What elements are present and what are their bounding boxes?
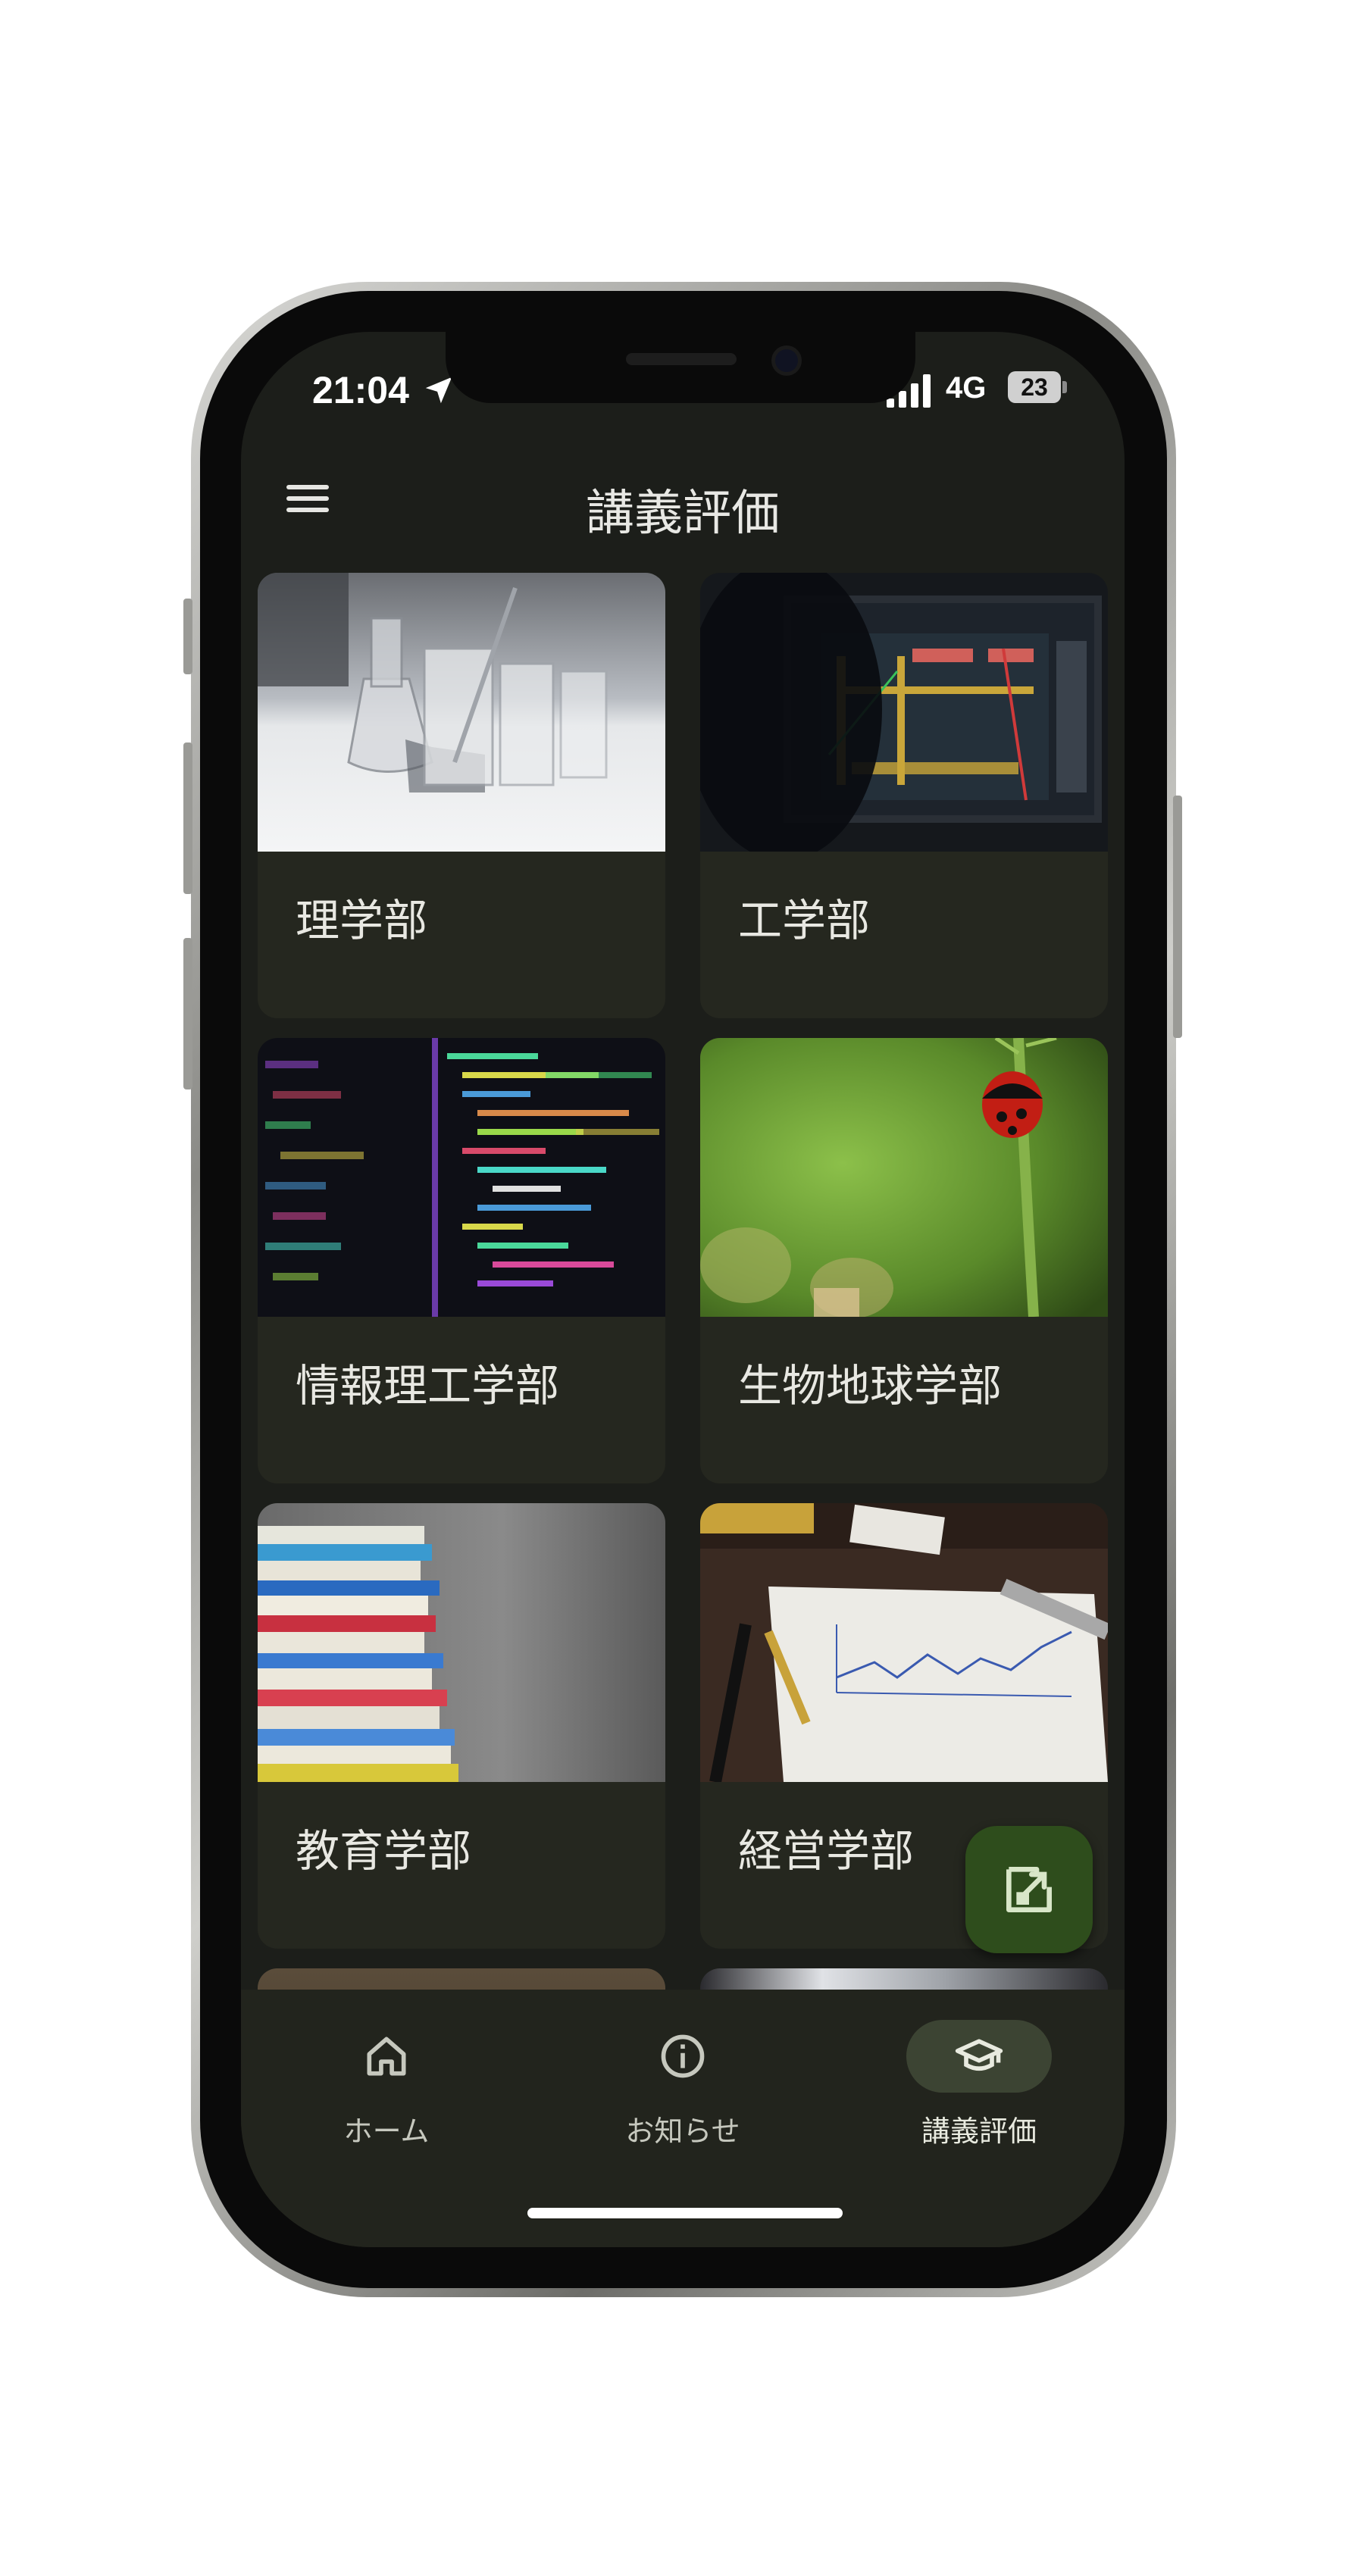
- cad-monitor-photo: [700, 573, 1108, 852]
- front-camera: [771, 345, 802, 376]
- nav-home[interactable]: ホーム: [250, 2020, 523, 2149]
- page-title: 講義評価: [586, 486, 780, 542]
- nav-course-review[interactable]: 講義評価: [843, 2020, 1115, 2149]
- nav-notices[interactable]: お知らせ: [546, 2020, 819, 2149]
- ladybug-photo: [700, 1038, 1108, 1317]
- nav-label: ホーム: [343, 2115, 430, 2148]
- home-icon: [367, 2037, 406, 2076]
- silent-switch: [183, 599, 192, 674]
- battery-icon: 23: [1008, 371, 1061, 403]
- nav-label: 講義評価: [921, 2115, 1037, 2148]
- top-app-bar: 講義評価: [241, 445, 1125, 552]
- faculty-label: 工学部: [738, 895, 871, 946]
- home-indicator: [527, 2208, 843, 2218]
- notch: [446, 332, 915, 403]
- faculty-label: 生物地球学部: [738, 1360, 1003, 1411]
- external-review-icon: [1006, 1867, 1052, 1912]
- earpiece-speaker: [626, 353, 737, 365]
- faculty-card-engineering[interactable]: 工学部: [700, 573, 1108, 1018]
- status-time: 21:04: [312, 369, 409, 411]
- app-screen: 21:04 4G 23 講義評価 理学部 工学部 情報理工学部 生物地球学部 教…: [241, 332, 1125, 2247]
- info-icon: [661, 2034, 705, 2078]
- faculty-card-science[interactable]: 理学部: [258, 573, 665, 1018]
- power-button: [1173, 796, 1182, 1038]
- faculty-label: 教育学部: [296, 1825, 472, 1877]
- faculty-card-biosphere[interactable]: 生物地球学部: [700, 1038, 1108, 1483]
- faculty-card-information[interactable]: 情報理工学部: [258, 1038, 665, 1483]
- volume-up-button: [183, 742, 192, 894]
- nav-label: お知らせ: [625, 2115, 740, 2148]
- faculty-label: 情報理工学部: [296, 1360, 560, 1411]
- volume-down-button: [183, 938, 192, 1089]
- source-code-photo: [258, 1038, 665, 1317]
- business-chart-photo: [700, 1503, 1108, 1782]
- faculty-label: 理学部: [296, 895, 428, 946]
- battery-tip: [1062, 381, 1067, 393]
- faculty-label: 経営学部: [738, 1825, 915, 1877]
- fab-button[interactable]: [965, 1826, 1093, 1953]
- book-stack-photo: [258, 1503, 665, 1782]
- lab-glassware-photo: [258, 573, 665, 852]
- faculty-card-education[interactable]: 教育学部: [258, 1503, 665, 1949]
- graduation-cap-icon: [955, 2039, 1003, 2071]
- network-type: 4G: [946, 371, 987, 405]
